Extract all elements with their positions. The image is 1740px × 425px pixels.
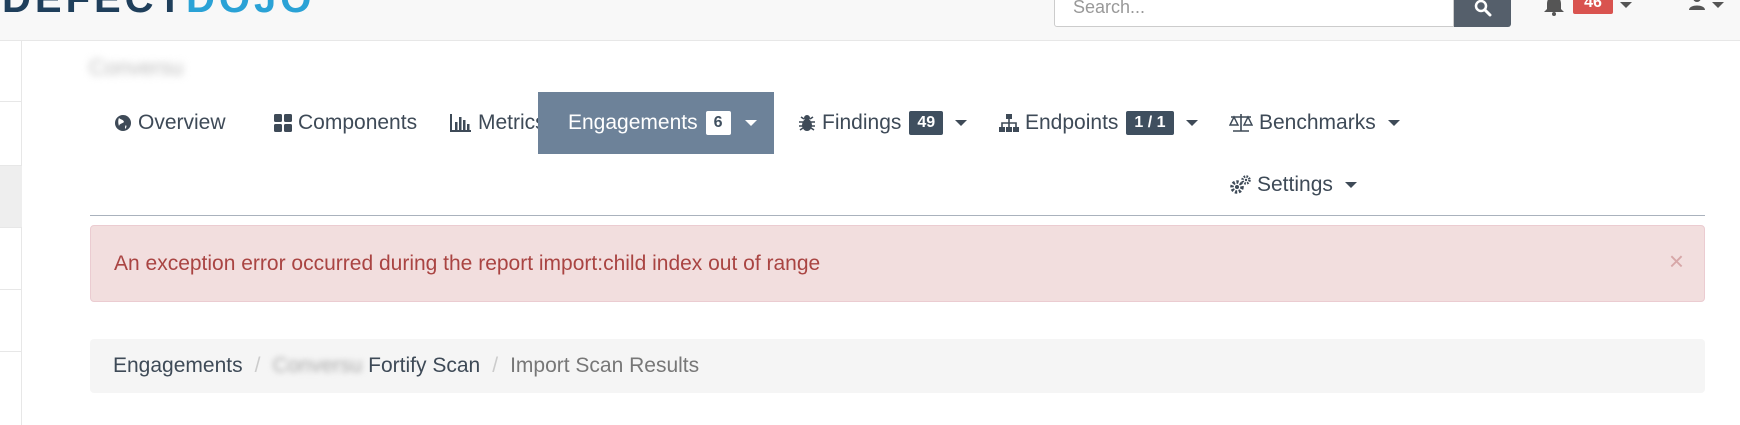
tab-benchmarks-label: Benchmarks (1259, 111, 1376, 134)
breadcrumb-separator: / (254, 354, 261, 377)
notification-count-badge[interactable]: 46 (1573, 0, 1613, 14)
chevron-down-icon[interactable] (955, 120, 968, 126)
search-icon (1474, 0, 1491, 16)
logo-text-part2: DOJO (186, 0, 315, 21)
tab-metrics-label: Metrics (478, 111, 546, 134)
search-button[interactable] (1454, 0, 1511, 27)
globe-icon (115, 115, 131, 131)
notifications-chevron-down-icon[interactable] (1620, 2, 1632, 8)
cogs-icon (1230, 175, 1251, 194)
breadcrumb-separator: / (492, 354, 499, 377)
engagement-product-name: Conversu (272, 354, 363, 377)
sidebar-item-active[interactable] (0, 165, 22, 227)
tab-overview-label: Overview (138, 111, 226, 134)
chevron-down-icon[interactable] (1344, 182, 1357, 188)
tab-components[interactable]: Components (250, 92, 441, 154)
balance-scale-icon (1229, 114, 1253, 132)
alert-message: An exception error occurred during the r… (114, 252, 821, 275)
search-input[interactable]: Search... (1054, 0, 1454, 27)
engagement-scan-label: Fortify Scan (368, 354, 481, 377)
tab-engagements[interactable]: Engagements 6 (538, 92, 774, 154)
user-menu-chevron-down-icon[interactable] (1712, 2, 1724, 8)
sitemap-icon (999, 114, 1019, 132)
close-alert-button[interactable]: × (1669, 226, 1684, 296)
endpoints-count-badge: 1 / 1 (1126, 111, 1174, 135)
sidebar-item[interactable] (0, 351, 22, 425)
tab-settings-label: Settings (1257, 173, 1333, 196)
bug-icon (799, 115, 815, 131)
grid-icon (274, 114, 292, 132)
chevron-down-icon[interactable] (1387, 120, 1400, 126)
tab-findings[interactable]: Findings 49 (774, 92, 991, 154)
error-alert: An exception error occurred during the r… (90, 225, 1705, 302)
top-navbar: DEFECTDOJO Search... 46 (0, 0, 1740, 41)
breadcrumb-engagement-name[interactable]: Conversu Fortify Scan (272, 354, 480, 377)
tab-engagements-label: Engagements (568, 111, 698, 134)
bar-chart-icon (450, 114, 471, 132)
sidebar-item[interactable] (0, 227, 22, 289)
app-logo[interactable]: DEFECTDOJO (2, 0, 315, 21)
tab-settings[interactable]: Settings (1205, 154, 1381, 216)
user-icon[interactable] (1688, 0, 1706, 10)
sidebar-item[interactable] (0, 101, 22, 161)
engagements-count-badge: 6 (705, 111, 731, 135)
breadcrumb-current: Import Scan Results (510, 354, 700, 377)
sidebar-item[interactable] (0, 289, 22, 351)
logo-text-part1: DEFECT (2, 0, 186, 21)
product-tabs: Overview Components Metrics Engagements … (90, 92, 1705, 216)
tab-benchmarks[interactable]: Benchmarks (1205, 92, 1424, 154)
chevron-down-icon[interactable] (1185, 120, 1198, 126)
tab-findings-label: Findings (822, 111, 902, 134)
breadcrumb: Engagements / Conversu Fortify Scan / Import… (90, 339, 1705, 393)
tab-overview[interactable]: Overview (90, 92, 250, 154)
tab-endpoints[interactable]: Endpoints 1 / 1 (975, 92, 1222, 154)
tab-components-label: Components (298, 111, 418, 134)
breadcrumb-engagements[interactable]: Engagements (113, 354, 243, 377)
left-sidebar (0, 41, 22, 425)
chevron-down-icon[interactable] (744, 120, 757, 126)
bell-icon[interactable] (1543, 0, 1565, 16)
findings-count-badge: 49 (909, 111, 944, 135)
tab-endpoints-label: Endpoints (1025, 111, 1119, 134)
product-name: Conversu (89, 55, 184, 80)
